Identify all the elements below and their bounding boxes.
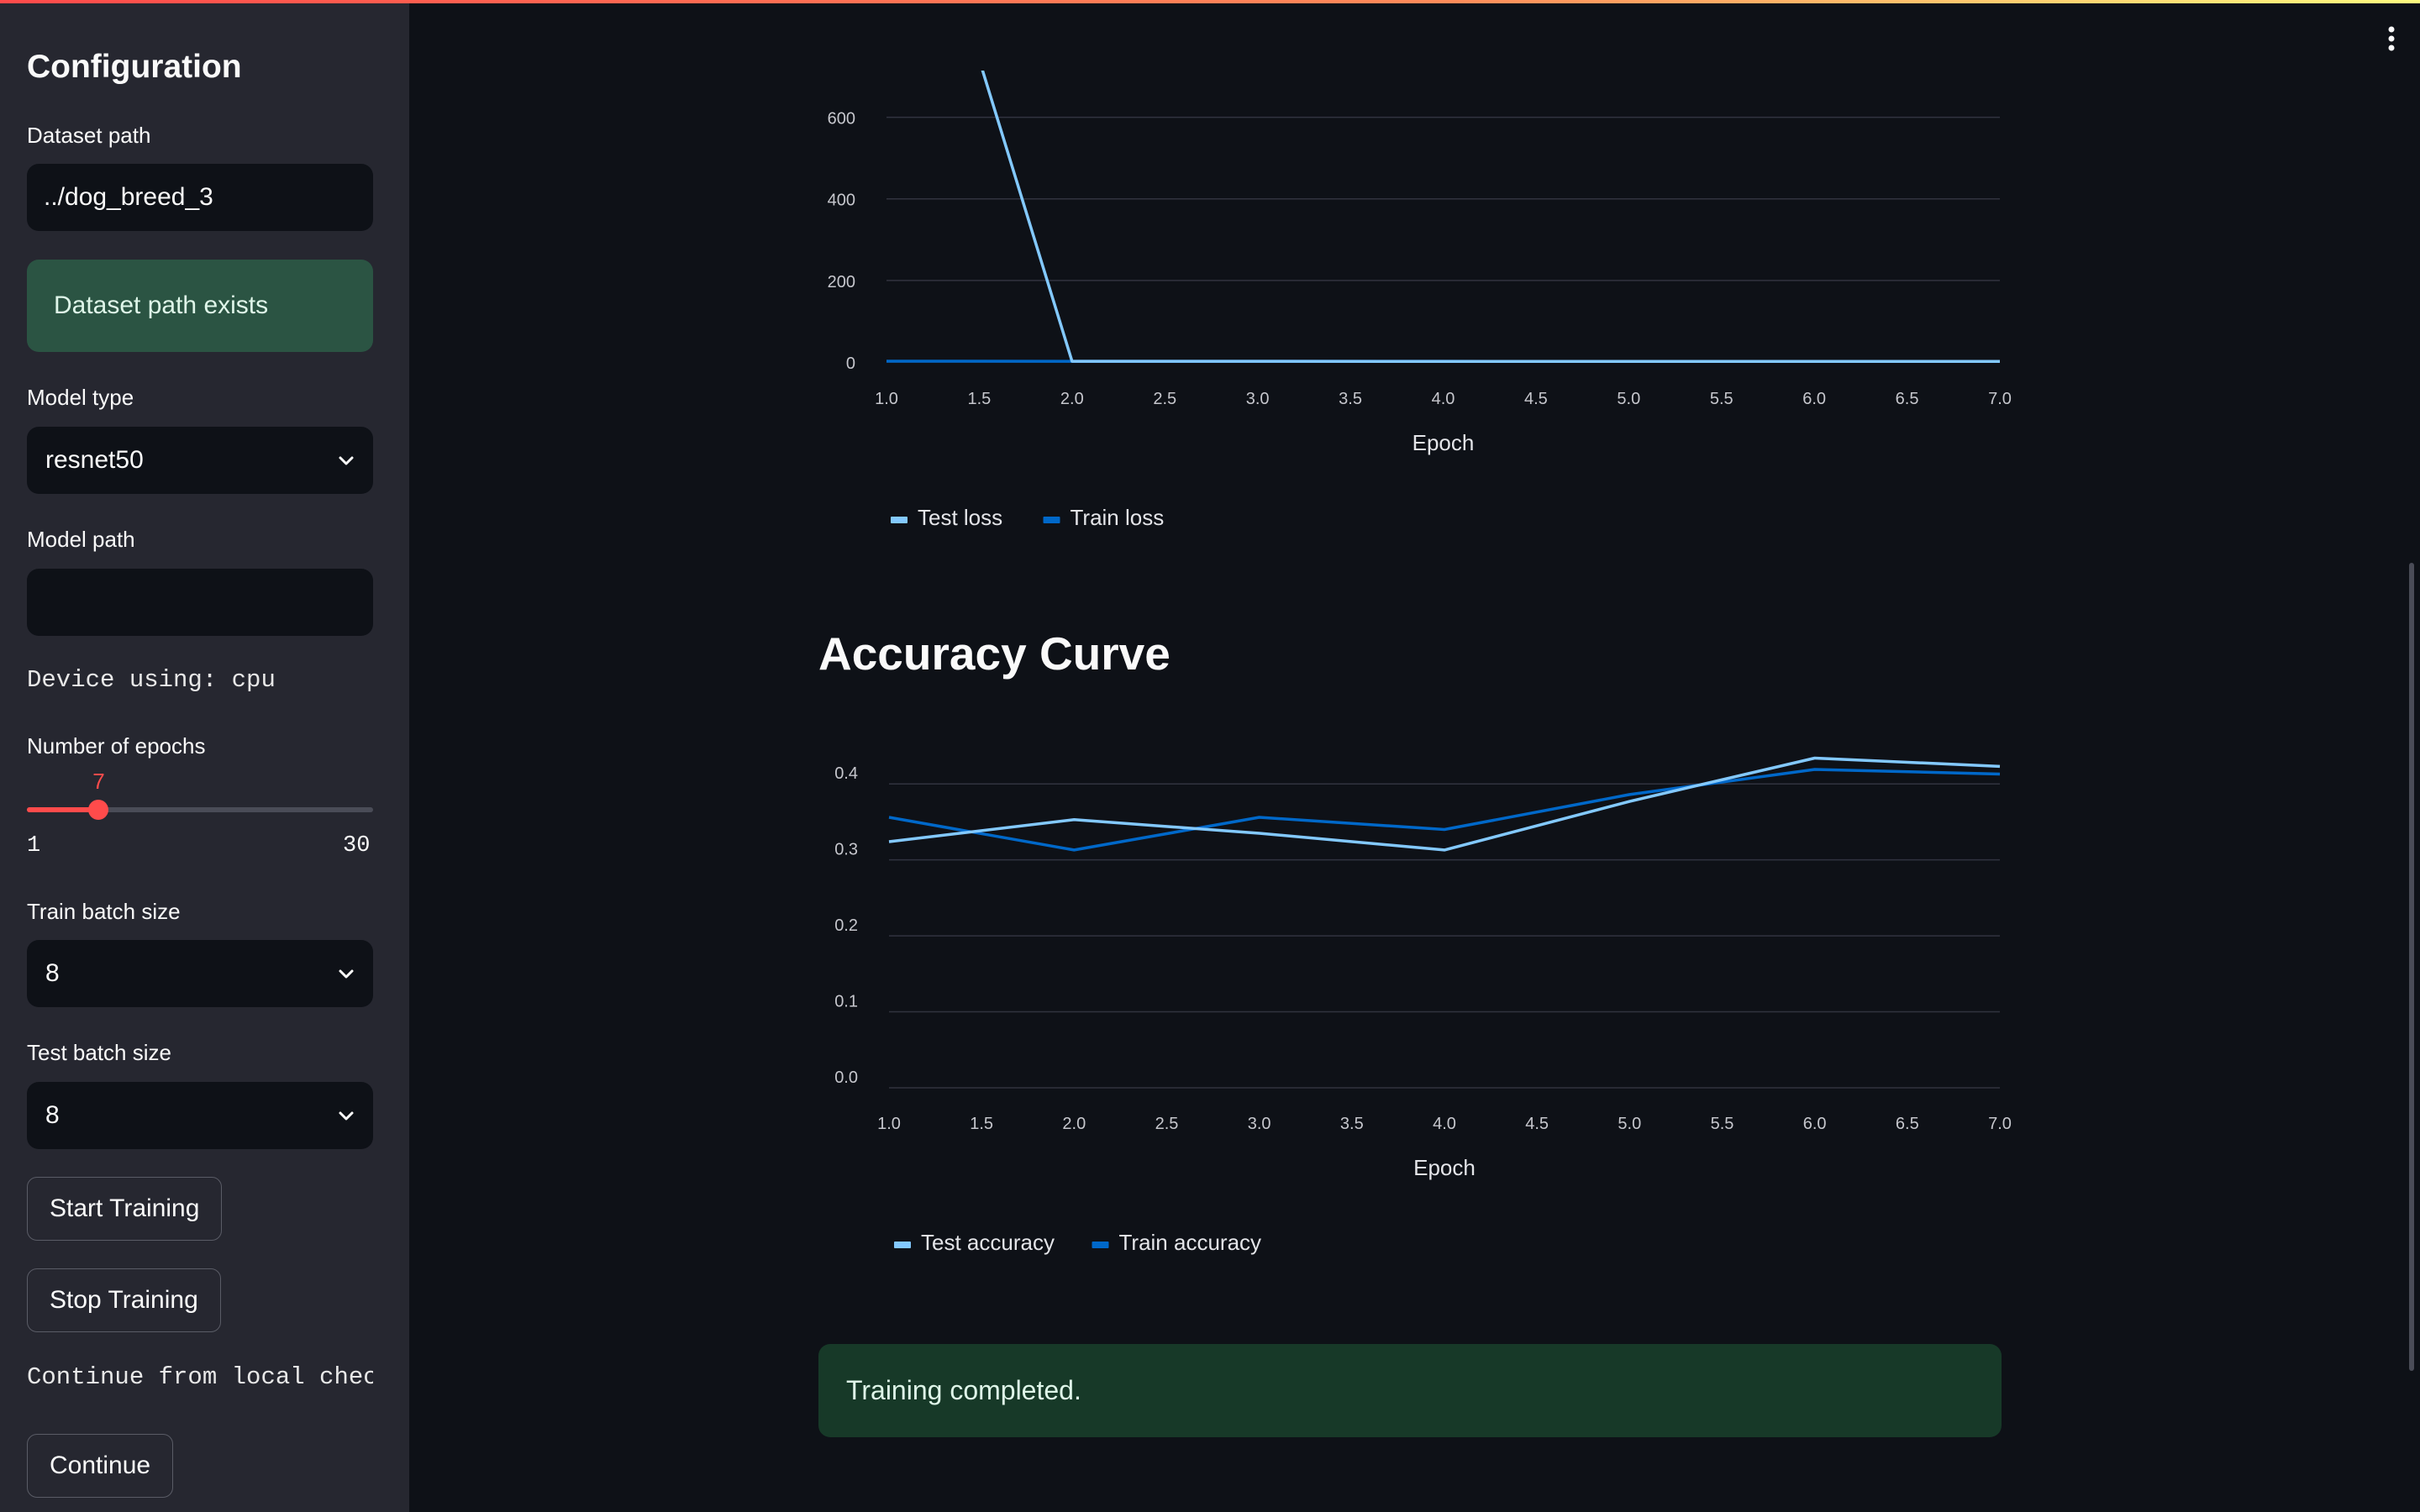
legend-swatch [894,1242,911,1248]
chevron-down-icon [339,1111,354,1121]
epochs-min-label: 1 [27,833,41,858]
series-line [888,756,2001,852]
legend-swatch [1043,517,1060,523]
y-tick-label: 600 [828,110,855,129]
training-status-text: Training completed. [846,1375,1081,1405]
model-type-select[interactable]: resnet50 [27,427,373,494]
x-tick-label: 1.0 [875,390,898,408]
x-tick-label: 5.5 [1711,1115,1734,1133]
x-axis-label: Epoch [1413,430,1475,455]
y-tick-label: 400 [828,192,855,210]
continue-checkpoint-text: Continue from local checkpoint [27,1363,373,1391]
stop-training-button[interactable]: Stop Training [27,1268,221,1332]
y-tick-label: 0 [846,354,855,373]
x-tick-label: 2.5 [1155,1115,1179,1133]
train-batch-label: Train batch size [27,899,181,924]
legend-swatch [891,517,908,523]
legend-label: Train loss [1071,505,1165,530]
sidebar: Configuration Dataset path Dataset path … [0,0,409,1512]
test-batch-label: Test batch size [27,1040,171,1065]
x-tick-label: 3.5 [1339,390,1362,408]
x-tick-label: 4.5 [1525,1115,1549,1133]
continue-button[interactable]: Continue [27,1434,174,1498]
x-tick-label: 1.5 [970,1115,993,1133]
dataset-path-label: Dataset path [27,123,151,148]
x-tick-label: 7.0 [1988,1115,2012,1133]
epochs-slider-track[interactable] [27,800,373,820]
x-tick-label: 5.0 [1617,390,1640,408]
x-tick-label: 6.0 [1803,1115,1827,1133]
y-tick-label: 0.0 [834,1068,858,1087]
x-axis-label: Epoch [1413,1155,1476,1180]
model-path-label: Model path [27,527,135,552]
series-group [888,756,2001,852]
x-tick-label: 1.0 [877,1115,901,1133]
legend-swatch [1092,1242,1109,1248]
x-tick-label: 3.5 [1340,1115,1364,1133]
x-tick-label: 6.5 [1896,1115,1919,1133]
main-scrollbar[interactable] [2409,563,2414,1371]
accuracy-chart: 0.0 0.1 0.2 0.3 0.4 1.0 1.5 2.0 2.5 3.0 3.5 4.0 4.5 5… [834,756,2012,1255]
epochs-max-label: 30 [343,833,371,858]
loss-chart: 0 200 400 600 1.0 1.5 2.0 2.5 3.0 3.5 4.0 4.5 5.0 5.5… [828,71,2012,530]
training-status-alert: Training completed. [818,1344,2002,1437]
x-tick-label: 4.0 [1432,390,1455,408]
epochs-label: Number of epochs [27,733,206,759]
x-tick-label: 7.0 [1988,390,2012,408]
x-tick-label: 2.5 [1153,390,1176,408]
more-menu-icon[interactable] [2386,25,2396,52]
epochs-slider-value: 7 [92,769,105,794]
device-text: Device using: cpu [27,666,276,694]
y-tick-label: 0.3 [834,841,858,859]
y-tick-label: 200 [828,273,855,291]
x-tick-label: 3.0 [1248,1115,1271,1133]
dataset-path-input[interactable] [27,164,373,231]
x-tick-label: 1.5 [968,390,992,408]
x-tick-label: 6.5 [1896,390,1919,408]
series-line [981,71,2000,364]
train-batch-value: 8 [45,959,60,987]
legend-label: Test accuracy [921,1230,1055,1255]
x-tick-label: 5.5 [1710,390,1733,408]
y-tick-label: 0.2 [834,916,858,935]
test-batch-value: 8 [45,1101,60,1129]
chevron-down-icon [339,969,354,979]
model-path-input[interactable] [27,569,373,636]
legend-label: Train accuracy [1119,1230,1262,1255]
x-tick-label: 4.5 [1524,390,1548,408]
y-tick-label: 0.1 [834,993,858,1011]
x-tick-label: 2.0 [1060,390,1084,408]
x-tick-label: 4.0 [1433,1115,1456,1133]
dataset-status-text: Dataset path exists [54,291,269,319]
train-batch-select[interactable]: 8 [27,940,373,1007]
test-batch-select[interactable]: 8 [27,1082,373,1149]
start-training-button[interactable]: Start Training [27,1177,223,1241]
y-tick-label: 0.4 [834,764,858,783]
legend-label: Test loss [918,505,1002,530]
x-tick-label: 5.0 [1618,1115,1641,1133]
x-tick-label: 6.0 [1802,390,1826,408]
x-tick-label: 2.0 [1062,1115,1086,1133]
dataset-status-alert: Dataset path exists [27,260,373,352]
epochs-slider-thumb[interactable] [88,800,109,820]
model-type-label: Model type [27,385,134,410]
series-line [888,768,2001,852]
accuracy-curve-heading: Accuracy Curve [818,627,1171,680]
x-tick-label: 3.0 [1246,390,1270,408]
series-group [886,71,2000,364]
header-decoration-bar [0,0,2420,3]
chevron-down-icon [339,456,354,465]
model-type-value: resnet50 [45,446,144,474]
sidebar-title: Configuration [27,49,242,85]
